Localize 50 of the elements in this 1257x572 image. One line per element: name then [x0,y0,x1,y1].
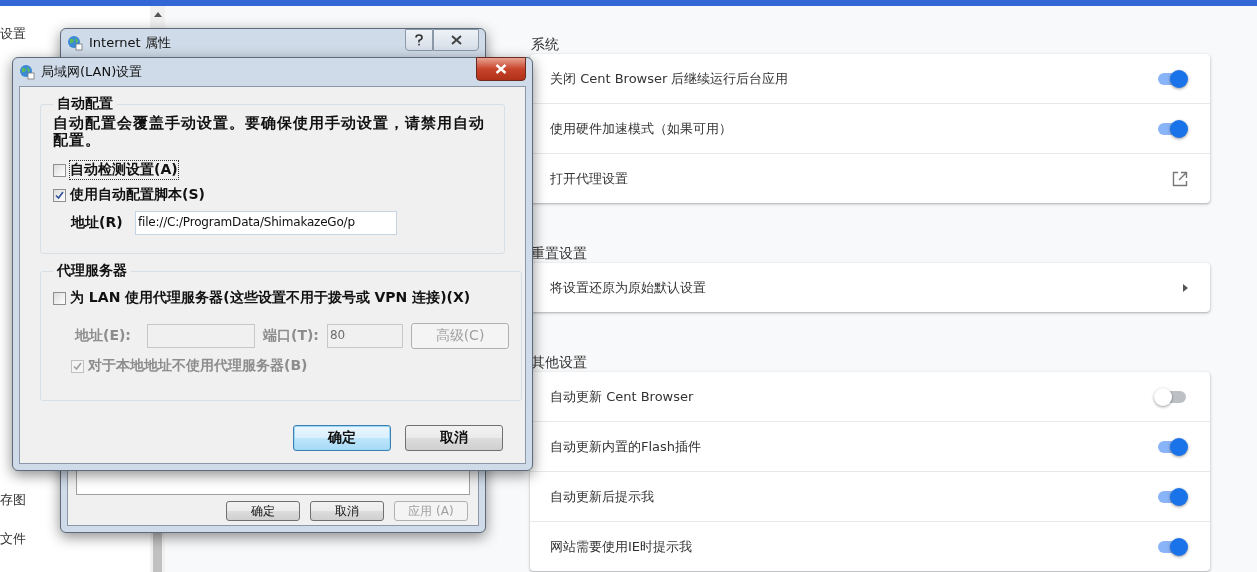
checkbox-label: 自动检测设置(A) [70,161,178,179]
window-title: Internet 属性 [89,34,171,52]
field-label: 地址(E): [75,327,132,345]
settings-row[interactable]: 自动更新 Cent Browser [530,372,1210,421]
setting-label: 自动更新 Cent Browser [550,387,695,406]
setting-label: 使用硬件加速模式（如果可用） [550,119,733,138]
setting-label: 网站需要使用IE时提示我 [550,537,694,556]
close-icon [495,64,507,74]
checkbox[interactable] [53,163,66,177]
scroll-up-icon[interactable] [153,12,162,17]
checkbox-label: 使用自动配置脚本(S) [70,186,205,204]
checkbox[interactable] [53,188,66,202]
group-title: 代理服务器 [55,262,128,280]
close-button[interactable] [476,57,526,81]
globe-icon [19,64,35,80]
dialog-button[interactable]: 确定 [226,501,300,521]
setting-label: 关闭 Cent Browser 后继续运行后台应用 [550,69,790,88]
settings-row[interactable]: 关闭 Cent Browser 后继续运行后台应用 [530,54,1210,103]
setting-label: 自动更新内置的Flash插件 [550,437,703,456]
group-description: 自动配置会覆盖手动设置。要确保使用手动设置，请禁用自动配置。 [53,115,486,149]
field-label: 端口(T): [263,327,319,345]
checkbox-label: 对于本地地址不使用代理服务器(B) [88,357,308,375]
setting-label: 打开代理设置 [550,169,629,188]
settings-row[interactable]: 网站需要使用IE时提示我 [530,521,1210,571]
group-title: 自动配置 [56,95,114,113]
sidebar-item[interactable]: 文件 [0,529,26,549]
field-label: 地址(R) [71,214,124,232]
window-title: 局域网(LAN)设置 [41,63,143,81]
checkbox-label: 为 LAN 使用代理服务器(这些设置不用于拨号或 VPN 连接)(X) [70,289,471,307]
setting-label: 自动更新后提示我 [550,487,655,506]
sidebar-item[interactable]: 设置 [0,24,26,44]
settings-row[interactable]: 自动更新后提示我 [530,471,1210,521]
setting-label: 将设置还原为原始默认设置 [550,278,707,297]
settings-row[interactable]: 将设置还原为原始默认设置 [530,263,1210,312]
sidebar-item[interactable]: 存图 [0,490,26,510]
scrollbar-thumb[interactable] [153,532,162,572]
close-icon [450,35,462,45]
help-button[interactable] [405,29,433,51]
section-title: 系统 [531,36,560,54]
help-icon [415,34,423,46]
section-title: 其他设置 [531,354,588,372]
close-button[interactable] [433,29,479,51]
external-link-icon[interactable] [1172,170,1188,187]
dialog-button[interactable]: 确定 [293,425,391,451]
dialog-button[interactable]: 取消 [310,501,384,521]
dialog-button[interactable]: 取消 [405,425,503,451]
globe-icon [67,35,83,51]
chevron-right-icon[interactable] [1183,283,1188,292]
toggle-switch[interactable] [1154,386,1188,407]
address-field[interactable]: file://C:/ProgramData/ShimakazeGo/p [135,211,397,235]
